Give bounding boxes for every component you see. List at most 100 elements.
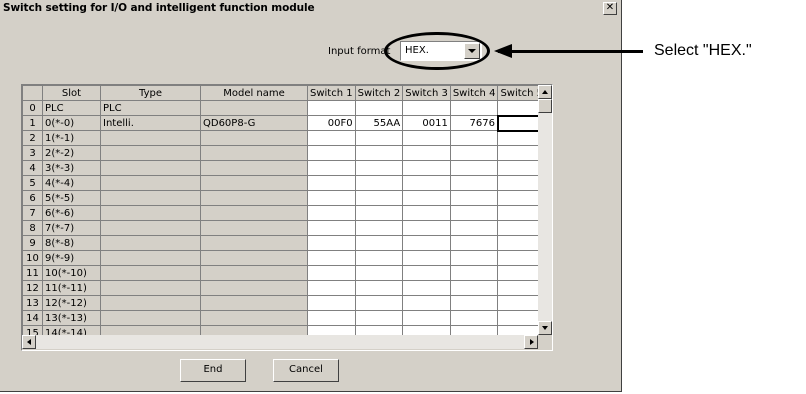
switch-4-cell[interactable]	[449, 190, 499, 206]
switch-4-cell[interactable]	[449, 175, 499, 191]
model-name-cell	[200, 205, 308, 221]
switch-1-cell[interactable]	[307, 160, 356, 176]
switch-4-cell[interactable]	[449, 280, 499, 296]
switch-1-cell[interactable]	[307, 205, 356, 221]
horizontal-scrollbar[interactable]	[22, 335, 538, 349]
switch-2-cell[interactable]	[354, 175, 404, 191]
switch-1-cell[interactable]	[307, 220, 356, 236]
switch-4-cell[interactable]	[449, 100, 499, 116]
row-number: 6	[22, 190, 43, 206]
switch-1-cell[interactable]	[307, 190, 356, 206]
model-name-cell	[200, 145, 308, 161]
switch-2-cell[interactable]	[354, 265, 404, 281]
slot-cell: 9(*-9)	[42, 250, 101, 266]
switch-2-cell[interactable]: 55AA	[354, 115, 404, 131]
switch-2-cell[interactable]	[354, 160, 404, 176]
switch-1-cell[interactable]	[307, 175, 356, 191]
switch-1-cell[interactable]: 00F0	[307, 115, 356, 131]
switch-2-cell[interactable]	[354, 295, 404, 311]
switch-1-cell[interactable]	[307, 310, 356, 326]
switch-2-cell[interactable]	[354, 235, 404, 251]
switch-2-cell[interactable]	[354, 250, 404, 266]
switch-3-cell[interactable]	[402, 205, 451, 221]
switch-3-cell[interactable]	[402, 295, 451, 311]
slot-cell: 0(*-0)	[42, 115, 101, 131]
switch-3-cell[interactable]	[402, 190, 451, 206]
switch-2-cell[interactable]	[354, 310, 404, 326]
switch-4-cell[interactable]	[449, 250, 499, 266]
switch-1-cell[interactable]	[307, 100, 356, 116]
switch-4-cell[interactable]	[449, 205, 499, 221]
slot-cell: PLC	[42, 100, 101, 116]
switch-1-cell[interactable]	[307, 280, 356, 296]
switch-4-cell[interactable]	[449, 160, 499, 176]
switch-4-cell[interactable]	[449, 130, 499, 146]
row-number: 12	[22, 280, 43, 296]
type-cell	[100, 265, 201, 281]
type-cell	[100, 205, 201, 221]
switch-3-cell[interactable]	[402, 250, 451, 266]
switch-3-cell[interactable]	[402, 235, 451, 251]
model-name-cell	[200, 295, 308, 311]
switch-2-cell[interactable]	[354, 190, 404, 206]
vertical-scrollbar[interactable]	[538, 85, 552, 335]
callout-text: Select "HEX."	[654, 42, 752, 59]
model-name-cell	[200, 160, 308, 176]
table-row: 6 5(*-5)	[22, 190, 547, 206]
scroll-thumb[interactable]	[538, 99, 552, 113]
switch-3-cell[interactable]	[402, 160, 451, 176]
scroll-down-icon[interactable]	[538, 321, 552, 335]
switch-4-cell[interactable]	[449, 220, 499, 236]
table-row: 10 9(*-9)	[22, 250, 547, 266]
switch-2-cell[interactable]	[354, 145, 404, 161]
switch-1-cell[interactable]	[307, 235, 356, 251]
switch-3-cell[interactable]	[402, 100, 451, 116]
slot-cell: 7(*-7)	[42, 220, 101, 236]
scroll-right-icon[interactable]	[524, 335, 538, 349]
switch-4-cell[interactable]	[449, 145, 499, 161]
switch-3-cell[interactable]	[402, 175, 451, 191]
column-header-type: Type	[100, 85, 201, 101]
table-row: 0 PLC PLC	[22, 100, 547, 116]
switch-3-cell[interactable]	[402, 130, 451, 146]
row-number: 0	[22, 100, 43, 116]
switch-2-cell[interactable]	[354, 205, 404, 221]
type-cell	[100, 310, 201, 326]
table-row: 4 3(*-3)	[22, 160, 547, 176]
switch-2-cell[interactable]	[354, 100, 404, 116]
switch-3-cell[interactable]	[402, 220, 451, 236]
end-button[interactable]: End	[180, 359, 246, 382]
slot-cell: 11(*-11)	[42, 280, 101, 296]
row-number: 9	[22, 235, 43, 251]
switch-3-cell[interactable]	[402, 310, 451, 326]
type-cell	[100, 175, 201, 191]
cancel-button[interactable]: Cancel	[273, 359, 339, 382]
switch-3-cell[interactable]	[402, 265, 451, 281]
scroll-left-icon[interactable]	[22, 335, 36, 349]
switch-3-cell[interactable]	[402, 145, 451, 161]
column-header-switch-4: Switch 4	[449, 85, 499, 101]
switch-3-cell[interactable]	[402, 280, 451, 296]
switch-1-cell[interactable]	[307, 145, 356, 161]
switch-1-cell[interactable]	[307, 130, 356, 146]
switch-2-cell[interactable]	[354, 280, 404, 296]
switch-4-cell[interactable]	[449, 295, 499, 311]
switch-4-cell[interactable]	[449, 265, 499, 281]
model-name-cell	[200, 250, 308, 266]
switch-4-cell[interactable]	[449, 235, 499, 251]
row-number: 4	[22, 160, 43, 176]
close-button[interactable]: ✕	[603, 2, 617, 15]
switch-2-cell[interactable]	[354, 220, 404, 236]
switch-3-cell[interactable]: 0011	[402, 115, 451, 131]
scroll-up-icon[interactable]	[538, 85, 552, 99]
column-header-switch-1: Switch 1	[307, 85, 356, 101]
switch-1-cell[interactable]	[307, 265, 356, 281]
switch-4-cell[interactable]	[449, 310, 499, 326]
switch-1-cell[interactable]	[307, 295, 356, 311]
model-name-cell	[200, 235, 308, 251]
switch-4-cell[interactable]: 7676	[449, 115, 499, 131]
switch-2-cell[interactable]	[354, 130, 404, 146]
row-number: 2	[22, 130, 43, 146]
switch-1-cell[interactable]	[307, 250, 356, 266]
slot-cell: 8(*-8)	[42, 235, 101, 251]
